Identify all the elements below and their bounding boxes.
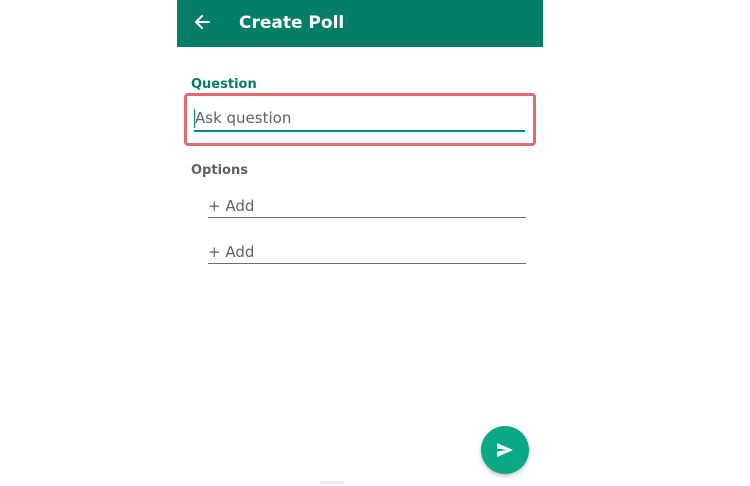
app-bar: Create Poll — [177, 0, 543, 47]
send-button[interactable] — [481, 426, 529, 474]
option-input-2[interactable] — [208, 242, 526, 262]
send-icon — [497, 443, 513, 457]
arrow-left-icon — [195, 15, 210, 29]
question-label: Question — [191, 77, 257, 92]
option-input-1[interactable] — [208, 196, 526, 216]
bottom-indicator — [320, 481, 344, 484]
option-field — [208, 242, 526, 264]
question-field — [194, 107, 526, 132]
back-button[interactable] — [191, 10, 213, 34]
option-field — [208, 196, 526, 218]
options-label: Options — [191, 163, 248, 178]
page-title: Create Poll — [239, 13, 345, 33]
question-input[interactable] — [194, 107, 526, 129]
text-cursor — [194, 109, 195, 128]
create-poll-screen: Create Poll Question Options — [177, 0, 543, 486]
